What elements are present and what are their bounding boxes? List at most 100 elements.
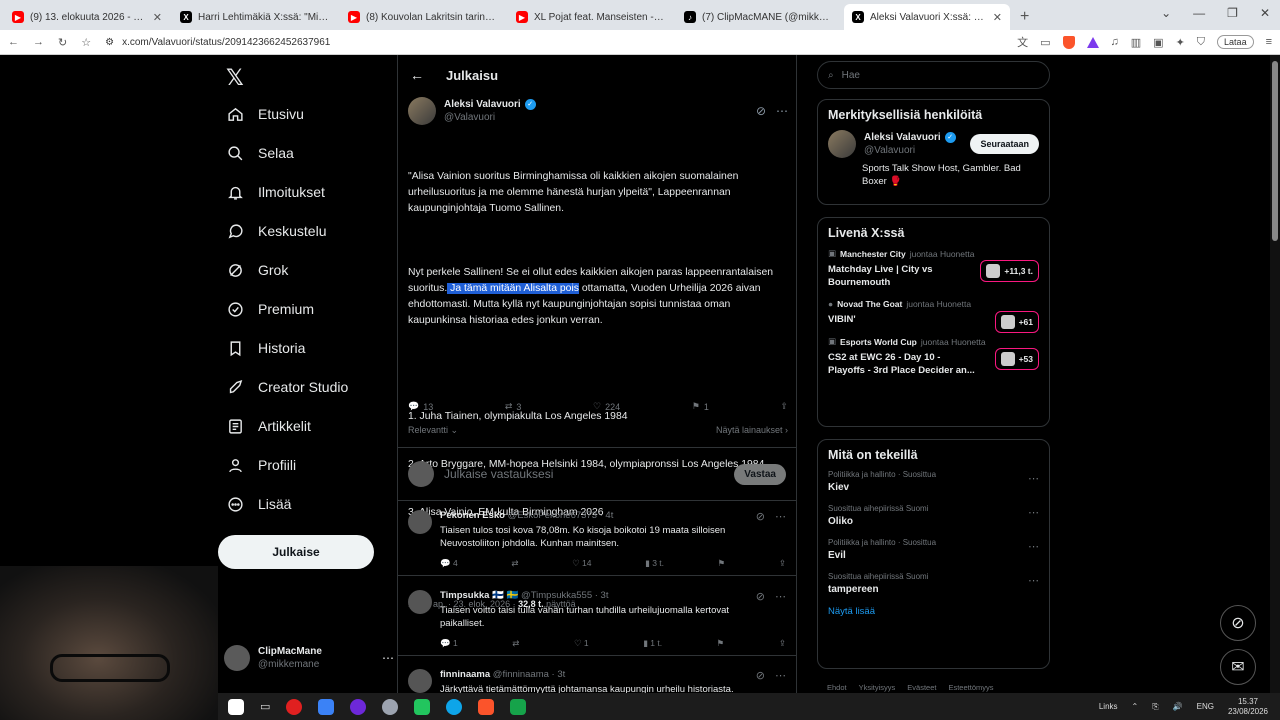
page-scrollbar[interactable] (1270, 55, 1280, 693)
avatar[interactable] (408, 590, 432, 614)
nav-item-creator-studio[interactable]: Creator Studio (226, 378, 348, 396)
avatar[interactable] (828, 130, 856, 158)
nav-item-premium[interactable]: Premium (226, 300, 314, 318)
like-button[interactable]: ♡ 224 (593, 401, 620, 412)
browser-tab[interactable]: ▶XL Pojat feat. Manseisten - aika Pekko (508, 4, 674, 30)
share-icon[interactable]: ⇪ (779, 638, 786, 649)
wallet-icon[interactable]: ▣ (1153, 36, 1163, 49)
nav-item-home[interactable]: Etusivu (226, 105, 304, 123)
more-options-icon[interactable]: ⋯ (1028, 540, 1039, 553)
new-tab-button[interactable]: + (1012, 8, 1037, 30)
more-options-icon[interactable]: ⋯ (1028, 472, 1039, 485)
close-icon[interactable]: ✕ (153, 11, 162, 24)
author-avatar[interactable] (408, 97, 436, 125)
repost-button[interactable]: ⇄ 3 (505, 401, 522, 412)
reply-icon[interactable]: 💬 4 (440, 558, 458, 569)
tab-search-icon[interactable]: ⌄ (1161, 6, 1171, 20)
more-options-icon[interactable]: ⋯ (1028, 506, 1039, 519)
view-quotes-link[interactable]: Näytä lainaukset › (716, 425, 788, 436)
app-icon[interactable] (414, 698, 431, 715)
app-icon[interactable] (318, 698, 335, 715)
more-options-icon[interactable]: ⋯ (775, 669, 786, 696)
bookmark-icon[interactable]: ⚑ (718, 558, 726, 569)
translate-icon[interactable]: 文 (1017, 34, 1028, 50)
back-icon[interactable]: ← (8, 36, 19, 48)
views-icon[interactable]: ▮ 3 t. (645, 558, 664, 569)
start-icon[interactable] (228, 698, 244, 715)
nav-item-explore[interactable]: Selaa (226, 144, 294, 162)
bookmark-icon[interactable]: ⚑ (717, 638, 725, 649)
close-icon[interactable]: ✕ (993, 11, 1002, 24)
live-listeners-badge[interactable]: +11,3 t. (980, 260, 1039, 282)
back-arrow-icon[interactable]: ← (410, 67, 424, 83)
app-icon[interactable] (382, 698, 399, 715)
minimize-button[interactable]: — (1193, 6, 1205, 20)
nav-item-grok[interactable]: Grok (226, 261, 288, 279)
forward-icon[interactable]: → (33, 36, 44, 48)
chevron-up-icon[interactable]: ⌃ (1132, 702, 1139, 711)
bookmark-page-icon[interactable]: ☆ (81, 36, 91, 49)
account-switcher[interactable]: ClipMacMane @mikkemane ⋯ (224, 645, 394, 671)
browser-tab-active[interactable]: XAleksi Valavuori X:ssä: "Alisa Va✕ (844, 4, 1010, 30)
trend-item[interactable]: Suosittua aihepiirissä Suomi tampereen ⋯ (828, 572, 1039, 595)
post-button[interactable]: Julkaise (218, 535, 374, 569)
repost-icon[interactable]: ⇄ (511, 558, 518, 569)
live-listeners-badge[interactable]: +53 (994, 348, 1039, 370)
brave-icon[interactable] (478, 698, 495, 715)
author-handle[interactable]: @Valavuori (444, 111, 536, 124)
nav-item-chat[interactable]: Keskustelu (226, 222, 326, 240)
search-input[interactable]: ⌕ Hae (817, 61, 1050, 89)
cast-icon[interactable]: ▭ (1040, 36, 1050, 49)
messages-fab-icon[interactable]: ✉ (1220, 649, 1256, 685)
reply-item[interactable]: Timpsukka 🇫🇮 🇸🇪 @Timpsukka555 · 3t Tiais… (398, 582, 796, 656)
menu-icon[interactable]: ≡ (1266, 36, 1272, 48)
browser-tab[interactable]: ♪(7) ClipMacMANE (@mikkemane) | Ti (676, 4, 842, 30)
nav-item-more[interactable]: Lisää (226, 495, 291, 513)
live-listeners-badge[interactable]: +61 (994, 311, 1039, 333)
music-icon[interactable]: ♫ (1111, 36, 1119, 48)
views-icon[interactable]: ▮ 1 t. (643, 638, 662, 649)
follow-button[interactable]: Seuraataan (970, 134, 1039, 154)
clock[interactable]: 15.37 23/08/2026 (1228, 697, 1268, 717)
nav-item-articles[interactable]: Artikkelit (226, 417, 311, 435)
trend-item[interactable]: Suosittua aihepiirissä Suomi Oliko ⋯ (828, 504, 1039, 527)
sort-dropdown[interactable]: Relevantti ⌄ (408, 425, 458, 436)
reload-icon[interactable]: ↻ (58, 36, 67, 49)
live-item[interactable]: ▣ Esports World Cup juontaa Huonetta CS2 a… (828, 336, 1039, 377)
url-field[interactable]: ⚙ x.com/Valavuori/status/2091423662452637… (105, 37, 1003, 48)
more-options-icon[interactable]: ⋯ (1028, 574, 1039, 587)
reply-icon[interactable]: 💬 1 (440, 638, 458, 649)
app-icon[interactable] (510, 698, 527, 715)
extensions-icon[interactable]: ✦ (1176, 36, 1185, 49)
opera-icon[interactable] (286, 698, 303, 715)
trend-item[interactable]: Politiikka ja hallinto · Suosittua Evil ⋯ (828, 538, 1039, 561)
author-name[interactable]: Aleksi Valavuori (444, 98, 521, 111)
site-info-icon[interactable]: ⚙ (105, 37, 114, 48)
heart-icon[interactable]: ♡ 1 (574, 638, 589, 649)
repost-icon[interactable]: ⇄ (512, 638, 519, 649)
share-icon[interactable]: ⇪ (779, 558, 786, 569)
maximize-button[interactable]: ❐ (1227, 6, 1238, 20)
more-options-icon[interactable]: ⋯ (775, 510, 786, 550)
grok-icon[interactable]: ⊘ (756, 669, 765, 696)
links-toolbar[interactable]: Links (1099, 702, 1118, 711)
reply-item[interactable]: finninaama @finninaama · 3t Järkyttävä t… (398, 661, 796, 696)
nav-item-notifications[interactable]: Ilmoitukset (226, 183, 325, 201)
reply-input[interactable]: Julkaise vastauksesi (444, 467, 724, 481)
browser-tab[interactable]: ▶(8) Kouvolan Lakritsin tarina - Tämän (340, 4, 506, 30)
shield-settings-icon[interactable]: ⛉ (1197, 36, 1205, 49)
bookmark-button[interactable]: ⚑ 1 (692, 401, 709, 412)
app-icon[interactable] (350, 698, 367, 715)
more-options-icon[interactable]: ⋯ (776, 104, 788, 118)
reply-item[interactable]: Pekonen Esko @EskoPekone67373 · 4t Tiais… (398, 502, 796, 576)
reply-button[interactable]: 💬 13 (408, 401, 433, 412)
edge-icon[interactable] (446, 698, 463, 715)
grok-icon[interactable]: ⊘ (756, 104, 766, 118)
heart-icon[interactable]: ♡ 14 (572, 558, 591, 569)
more-options-icon[interactable]: ⋯ (775, 590, 786, 630)
show-more-link[interactable]: Näytä lisää (828, 606, 1039, 617)
x-logo-icon[interactable]: 𝕏 (226, 65, 244, 91)
task-view-icon[interactable]: ▭ (260, 700, 270, 713)
volume-icon[interactable]: 🔊 (1173, 702, 1183, 711)
grok-fab-icon[interactable]: ⊘ (1220, 605, 1256, 641)
